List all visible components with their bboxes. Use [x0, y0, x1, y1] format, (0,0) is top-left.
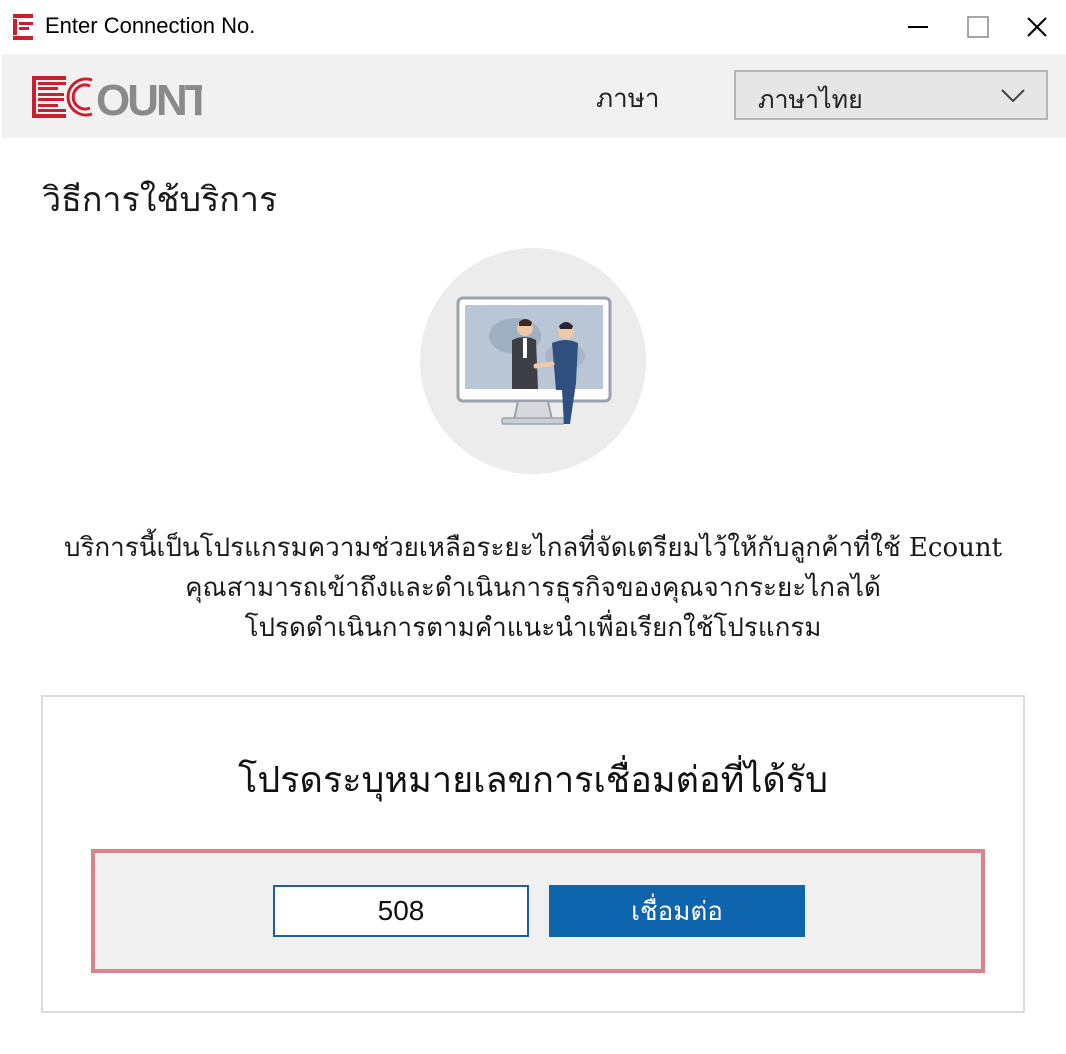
header-bar: OUNT ภาษา ภาษาไทย: [2, 54, 1066, 138]
connection-panel-title: โปรดระบุหมายเลขการเชื่อมต่อที่ได้รับ: [237, 760, 828, 801]
close-icon: [1027, 17, 1047, 37]
language-selected-value: ภาษาไทย: [758, 85, 863, 114]
description-line: คุณสามารถเข้าถึงและดำเนินการธุรกิจของคุณ…: [185, 573, 881, 603]
logo-text: OUNT: [96, 76, 202, 118]
connection-input-area: เชื่อมต่อ: [91, 849, 985, 973]
chevron-down-icon: [1001, 89, 1025, 103]
description-line: โปรดดำเนินการตามคำแนะนำเพื่อเรียกใช้โปรแ…: [244, 613, 822, 643]
service-description: บริการนี้เป็นโปรแกรมความช่วยเหลือระยะไกล…: [0, 528, 1066, 648]
language-dropdown[interactable]: ภาษาไทย: [734, 70, 1048, 120]
window-title: Enter Connection No.: [45, 13, 256, 38]
minimize-button[interactable]: [888, 0, 948, 54]
maximize-button[interactable]: [948, 0, 1008, 54]
minimize-icon: [908, 26, 928, 28]
language-label: ภาษา: [596, 84, 660, 114]
connection-number-input[interactable]: [273, 885, 529, 937]
remote-support-illustration: [420, 248, 646, 474]
ecount-logo: OUNT: [32, 76, 202, 118]
section-title: วิธีการใช้บริการ: [42, 180, 278, 220]
maximize-icon: [967, 16, 989, 38]
connect-button[interactable]: เชื่อมต่อ: [549, 885, 805, 937]
description-line: บริการนี้เป็นโปรแกรมความช่วยเหลือระยะไกล…: [63, 533, 1003, 563]
connection-panel: โปรดระบุหมายเลขการเชื่อมต่อที่ได้รับ เชื…: [41, 695, 1025, 1013]
ecount-e-icon: [13, 14, 33, 40]
title-bar: Enter Connection No.: [0, 0, 1066, 54]
close-button[interactable]: [1007, 0, 1066, 54]
